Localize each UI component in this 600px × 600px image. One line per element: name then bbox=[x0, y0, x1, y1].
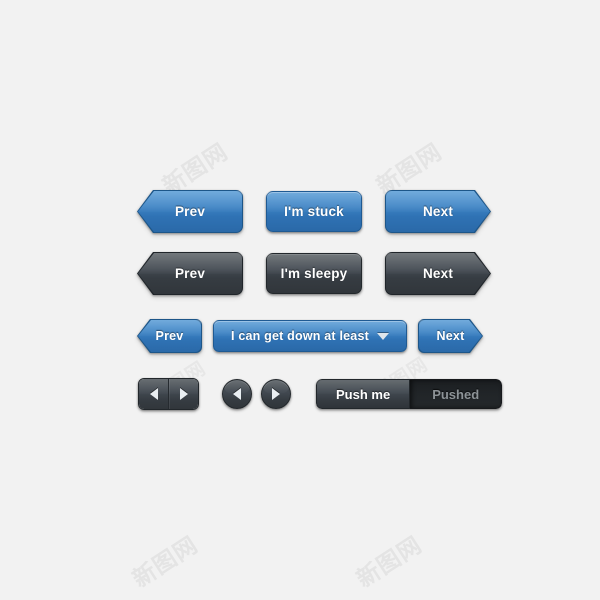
next-button[interactable]: Next bbox=[386, 191, 490, 232]
triangle-right-icon bbox=[272, 388, 280, 400]
dropdown-selected-label: I can get down at least bbox=[231, 329, 369, 343]
push-me-button[interactable]: Push me bbox=[316, 379, 411, 409]
prev-button-wrap: Prev bbox=[137, 190, 243, 233]
prev-button[interactable]: Prev bbox=[138, 191, 242, 232]
next-button-wrap: Next bbox=[386, 191, 490, 232]
next-button-small[interactable]: Next bbox=[419, 320, 482, 352]
blue-dropdown-row: Prev I can get down at least Next bbox=[137, 319, 482, 353]
next-button-small-label: Next bbox=[436, 329, 465, 343]
pushed-button[interactable]: Pushed bbox=[410, 379, 503, 409]
prev-button-small-wrap: Prev bbox=[137, 319, 202, 353]
segmented-next-button[interactable] bbox=[168, 379, 198, 409]
prev-button-small[interactable]: Prev bbox=[138, 320, 201, 352]
im-stuck-button[interactable]: I'm stuck bbox=[266, 191, 362, 232]
prev-button-dark-label: Prev bbox=[174, 266, 206, 281]
next-button-dark-label: Next bbox=[422, 266, 454, 281]
im-stuck-button-label: I'm stuck bbox=[284, 204, 344, 219]
triangle-right-icon bbox=[179, 388, 188, 400]
circle-next-button[interactable] bbox=[261, 379, 291, 409]
prev-button-label: Prev bbox=[174, 204, 206, 219]
triangle-left-icon bbox=[149, 388, 158, 400]
segmented-arrow-group bbox=[138, 378, 199, 410]
controls-row: Push me Pushed bbox=[138, 378, 503, 410]
next-button-label: Next bbox=[422, 204, 454, 219]
segmented-prev-button[interactable] bbox=[139, 379, 168, 409]
button-showcase: Prev I'm stuck Next Prev I'm sleepy Next… bbox=[0, 0, 600, 600]
prev-button-dark-wrap: Prev bbox=[137, 252, 243, 295]
triangle-down-icon bbox=[377, 333, 389, 340]
next-button-dark-wrap: Next bbox=[386, 253, 490, 294]
triangle-left-icon bbox=[233, 388, 241, 400]
blue-arrow-button-row: Prev I'm stuck Next bbox=[137, 190, 490, 233]
dark-arrow-button-row: Prev I'm sleepy Next bbox=[137, 252, 490, 295]
next-button-dark[interactable]: Next bbox=[386, 253, 490, 294]
im-sleepy-button-label: I'm sleepy bbox=[280, 266, 348, 281]
dropdown-button[interactable]: I can get down at least bbox=[213, 320, 407, 352]
push-me-button-label: Push me bbox=[336, 386, 391, 402]
next-button-small-wrap: Next bbox=[419, 320, 482, 352]
push-toggle-group: Push me Pushed bbox=[316, 379, 503, 409]
prev-button-dark[interactable]: Prev bbox=[138, 253, 242, 294]
im-sleepy-button[interactable]: I'm sleepy bbox=[266, 253, 362, 294]
circle-prev-button[interactable] bbox=[222, 379, 252, 409]
circle-arrow-group bbox=[222, 379, 291, 409]
prev-button-small-label: Prev bbox=[155, 329, 184, 343]
pushed-button-label: Pushed bbox=[432, 386, 480, 402]
